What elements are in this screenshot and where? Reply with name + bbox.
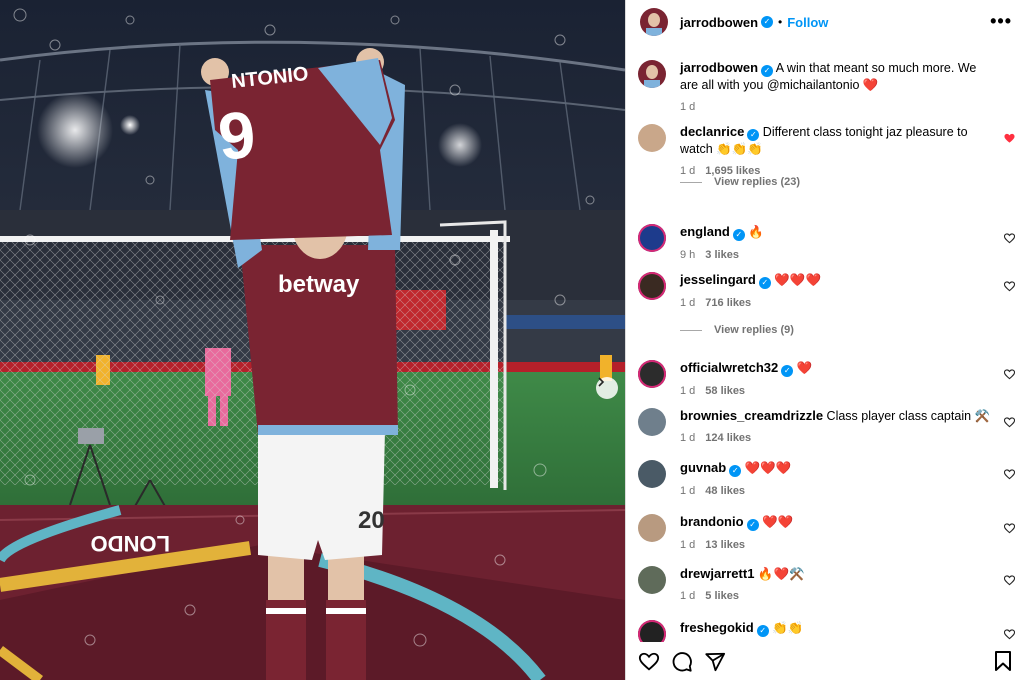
verified-badge-icon: ✓ [761,65,774,77]
view-replies-button[interactable]: View replies (9) [680,324,794,336]
heart-icon[interactable] [1004,281,1015,292]
caption-avatar[interactable] [638,60,666,88]
comment-time[interactable]: 1 d [680,432,695,444]
heart-icon[interactable] [1004,369,1015,380]
comment-username[interactable]: guvnab [680,460,726,475]
post-image: LONDO 20 betway NTONIO 9 [0,0,625,680]
comment-time[interactable]: 1 d [680,485,695,497]
shorts-number: 20 [358,507,385,534]
replies-divider [680,181,702,183]
comment-body: officialwretch32 ✓ ❤️ 1 d 58 likes [680,360,995,399]
comment-avatar[interactable] [638,224,666,252]
post-header: jarrodbowen ✓ • Follow ••• [626,0,1024,44]
comment-likes[interactable]: 124 likes [705,432,751,444]
comment-text: 🔥❤️⚒️ [754,567,805,581]
caption-body: jarrodbowen ✓ A win that meant so much mo… [680,60,995,115]
comment-text: ❤️❤️❤️ [741,461,792,475]
comment-time[interactable]: 1 d [680,385,695,397]
comment-body: declanrice ✓ Different class tonight jaz … [680,124,995,179]
verified-badge-icon: ✓ [746,519,759,531]
separator-dot: • [778,15,783,29]
caption-time[interactable]: 1 d [680,101,695,113]
comment-body: jesselingard ✓ ❤️❤️❤️ 1 d 716 likes [680,272,995,311]
replies-divider [680,329,702,331]
comment-body: drewjarrett1 🔥❤️⚒️ 1 d 5 likes [680,566,995,604]
comment-body: brownies_creamdrizzle Class player class… [680,408,995,446]
verified-badge-icon: ✓ [747,129,760,141]
verified-badge-icon: ✓ [732,229,745,241]
comment-time[interactable]: 9 h [680,249,695,261]
heart-icon[interactable] [1004,523,1015,534]
comment-body: england ✓ 🔥 9 h 3 likes [680,224,995,263]
bookmark-icon[interactable] [994,651,1012,671]
comment-avatar[interactable] [638,360,666,388]
verified-badge-icon: ✓ [781,365,794,377]
comment-text: ❤️ [793,361,813,375]
comments-list[interactable]: jarrodbowen ✓ A win that meant so much mo… [626,44,1024,642]
next-photo-button[interactable] [596,377,618,399]
comment-avatar[interactable] [638,566,666,594]
verified-badge-icon: ✓ [758,277,771,289]
shirt-number: 9 [215,97,258,174]
view-replies-label: View replies (23) [714,176,801,188]
comment-text: 👏👏 [768,621,804,635]
comment-username[interactable]: officialwretch32 [680,360,778,375]
comment-avatar[interactable] [638,272,666,300]
comment-likes[interactable]: 48 likes [705,485,745,497]
comment-time[interactable]: 1 d [680,539,695,551]
comment-username[interactable]: england [680,224,730,239]
heart-icon[interactable] [1004,233,1015,244]
view-replies-label: View replies (9) [714,324,794,336]
comment-username[interactable]: jesselingard [680,272,756,287]
comment-avatar[interactable] [638,124,666,152]
heart-icon[interactable] [1004,417,1015,428]
caption-username[interactable]: jarrodbowen [680,60,758,75]
heart-icon[interactable] [1004,629,1015,640]
comment-body: freshegokid✓ 👏👏1 d2 likes [680,620,995,642]
author-username[interactable]: jarrodbowen [680,15,758,30]
comment-username[interactable]: brownies_creamdrizzle [680,408,823,423]
heart-icon[interactable] [1004,469,1015,480]
verified-badge-icon: ✓ [729,465,742,477]
comment-avatar[interactable] [638,620,666,642]
shirt-sponsor: betway [278,271,360,298]
comment-text: ❤️❤️❤️ [770,273,822,287]
heart-icon[interactable] [1004,133,1015,144]
comment-avatar[interactable] [638,408,666,436]
verified-badge-icon: ✓ [756,625,769,637]
comment-body: guvnab ✓ ❤️❤️❤️ 1 d 48 likes [680,460,995,499]
comment-username[interactable]: brandonio [680,514,744,529]
comment-text: Class player class captain ⚒️ [823,409,991,423]
comment-text: 🔥 [744,225,764,239]
heart-icon[interactable] [638,651,660,673]
more-options-icon[interactable]: ••• [990,11,1012,32]
comment-username[interactable]: drewjarrett1 [680,566,754,581]
comment-time[interactable]: 1 d [680,297,695,309]
pitch-lettering: LONDO [91,531,170,556]
comment-likes[interactable]: 13 likes [705,539,745,551]
post-details-panel: jarrodbowen ✓ • Follow ••• jarrodbowen✓ [625,0,1024,680]
post-photo[interactable]: LONDO 20 betway NTONIO 9 [0,0,625,680]
comment-body: brandonio ✓ ❤️❤️ 1 d 13 likes [680,514,995,553]
comment-likes[interactable]: 3 likes [705,249,739,261]
comment-likes[interactable]: 716 likes [705,297,751,309]
share-icon[interactable] [704,651,726,673]
comment-username[interactable]: freshegokid [680,620,754,635]
comment-avatar[interactable] [638,514,666,542]
heart-icon[interactable] [1004,575,1015,586]
view-replies-button[interactable]: View replies (23) [680,176,800,188]
comment-username[interactable]: declanrice [680,124,744,139]
follow-button[interactable]: Follow [787,15,828,30]
comment-time[interactable]: 1 d [680,590,695,602]
comment-icon[interactable] [671,651,693,673]
comment-avatar[interactable] [638,460,666,488]
chevron-right-icon [598,377,605,387]
verified-badge-icon: ✓ [761,16,774,28]
action-bar [626,644,1024,680]
comment-likes[interactable]: 5 likes [705,590,739,602]
comment-likes[interactable]: 58 likes [705,385,745,397]
author-avatar[interactable] [640,8,668,36]
comment-text: ❤️❤️ [758,515,794,529]
instagram-post-view: LONDO 20 betway NTONIO 9 jarrodbowen ✓ •… [0,0,1024,680]
